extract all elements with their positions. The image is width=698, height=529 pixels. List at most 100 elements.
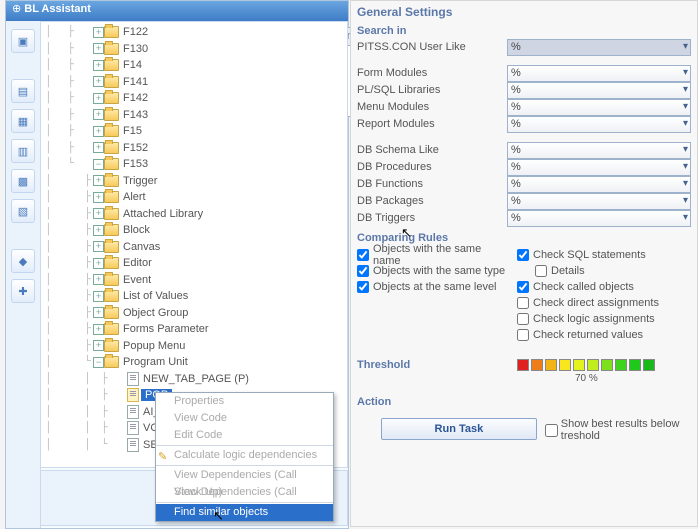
ctx-properties[interactable]: Properties: [156, 393, 333, 410]
folder-icon: [104, 307, 119, 319]
tree-node-popup menu[interactable]: │ ├ + Popup Menu: [45, 338, 347, 355]
tree-node-F152[interactable]: │ ├ + F152: [45, 140, 347, 157]
rule-right-4[interactable]: Check logic assignments: [517, 311, 687, 326]
expand-icon[interactable]: +: [93, 274, 104, 285]
tree-node-forms parameter[interactable]: │ ├ + Forms Parameter: [45, 321, 347, 338]
expand-icon[interactable]: +: [93, 27, 104, 38]
expand-icon[interactable]: +: [93, 175, 104, 186]
gradient-cell: [545, 359, 557, 371]
tree-node-block[interactable]: │ ├ + Block: [45, 222, 347, 239]
module-dropdown-2[interactable]: %: [507, 99, 691, 116]
expand-icon[interactable]: −: [93, 357, 104, 368]
rule-right-0[interactable]: Check SQL statements: [517, 247, 687, 262]
tree-node-list of values[interactable]: │ ├ + List of Values: [45, 288, 347, 305]
tree-node-editor[interactable]: │ ├ + Editor: [45, 255, 347, 272]
module-dropdown-3[interactable]: %: [507, 116, 691, 133]
run-task-button[interactable]: Run Task: [381, 418, 537, 440]
folder-icon: [104, 76, 119, 88]
folder-icon: [104, 175, 119, 187]
title-bar[interactable]: BL Assistant: [6, 1, 348, 21]
rule-right-1[interactable]: Details: [535, 263, 687, 278]
expand-icon[interactable]: +: [93, 126, 104, 137]
tree-node-F153[interactable]: │ └ − F153: [45, 156, 347, 173]
sidebar-icon-1[interactable]: ▣: [11, 29, 35, 53]
tree-node-F15[interactable]: │ ├ + F15: [45, 123, 347, 140]
tree-node-alert[interactable]: │ ├ + Alert: [45, 189, 347, 206]
tree-node-event[interactable]: │ ├ + Event: [45, 272, 347, 289]
gradient-cell: [601, 359, 613, 371]
tree-node-F142[interactable]: │ ├ + F142: [45, 90, 347, 107]
expand-icon[interactable]: +: [93, 340, 104, 351]
sidebar-icon-4[interactable]: ▥: [11, 139, 35, 163]
expand-icon[interactable]: +: [93, 93, 104, 104]
folder-icon: [104, 158, 119, 170]
expand-icon[interactable]: +: [93, 291, 104, 302]
sidebar-icon-7[interactable]: ◆: [11, 249, 35, 273]
folder-icon: [104, 59, 119, 71]
tree-node-canvas[interactable]: │ ├ + Canvas: [45, 239, 347, 256]
tree-node-F130[interactable]: │ ├ + F130: [45, 41, 347, 58]
sidebar-toolbar: ▣ ▤ ▦ ▥ ▩ ▧ ◆ ✚: [6, 21, 41, 528]
expand-icon[interactable]: +: [93, 43, 104, 54]
sidebar-icon-6[interactable]: ▧: [11, 199, 35, 223]
ctx-calc-logic[interactable]: ✎Calculate logic dependencies: [156, 447, 333, 464]
module-dropdown-0[interactable]: %: [507, 65, 691, 82]
tree-node-attached library[interactable]: │ ├ + Attached Library: [45, 206, 347, 223]
tree-node-program unit[interactable]: │ └ − Program Unit: [45, 354, 347, 371]
db-dropdown-0[interactable]: %: [507, 142, 691, 159]
rule-left-0[interactable]: Objects with the same name: [357, 247, 511, 262]
expand-icon[interactable]: +: [93, 324, 104, 335]
page-icon: [127, 438, 139, 452]
show-best-input[interactable]: [545, 424, 558, 437]
expand-icon[interactable]: +: [93, 208, 104, 219]
expand-icon[interactable]: +: [93, 225, 104, 236]
expand-icon[interactable]: +: [93, 192, 104, 203]
ctx-deps-down[interactable]: View Dependencies (Call Stack Down): [156, 484, 333, 501]
db-dropdown-2[interactable]: %: [507, 176, 691, 193]
expand-icon[interactable]: +: [93, 76, 104, 87]
db-dropdown-3[interactable]: %: [507, 193, 691, 210]
expand-icon[interactable]: +: [93, 142, 104, 153]
folder-icon: [104, 241, 119, 253]
rule-left-2[interactable]: Objects at the same level: [357, 279, 511, 294]
tree-node-F14[interactable]: │ ├ + F14: [45, 57, 347, 74]
page-icon: [127, 405, 139, 419]
show-best-checkbox[interactable]: Show best results below treshold: [541, 418, 697, 442]
expand-icon[interactable]: +: [93, 241, 104, 252]
tree-node-trigger[interactable]: │ ├ + Trigger: [45, 173, 347, 190]
expand-icon[interactable]: +: [93, 109, 104, 120]
folder-icon: [104, 191, 119, 203]
tree-node-pu-0[interactable]: │ │ ├ NEW_TAB_PAGE (P): [45, 371, 347, 388]
expand-icon[interactable]: −: [93, 159, 104, 170]
ctx-edit-code[interactable]: Edit Code: [156, 427, 333, 444]
sidebar-icon-3[interactable]: ▦: [11, 109, 35, 133]
tree-node-F122[interactable]: │ ├ + F122: [45, 24, 347, 41]
tree-node-object group[interactable]: │ ├ + Object Group: [45, 305, 347, 322]
tree-node-F141[interactable]: │ ├ + F141: [45, 74, 347, 91]
sidebar-icon-5[interactable]: ▩: [11, 169, 35, 193]
expand-icon[interactable]: +: [93, 258, 104, 269]
tree-node-F143[interactable]: │ ├ + F143: [45, 107, 347, 124]
ctx-view-code[interactable]: View Code: [156, 410, 333, 427]
rule-right-3[interactable]: Check direct assignments: [517, 295, 687, 310]
db-dropdown-4[interactable]: %: [507, 210, 691, 227]
settings-title: General Settings: [357, 5, 697, 19]
sidebar-icon-2[interactable]: ▤: [11, 79, 35, 103]
user-like-dropdown[interactable]: %: [507, 39, 691, 56]
ctx-deps-up[interactable]: View Dependencies (Call Stack Up): [156, 467, 333, 484]
rule-left-1[interactable]: Objects with the same type: [357, 263, 511, 278]
ctx-find-similar[interactable]: Find similar objects: [156, 504, 333, 521]
db-dropdown-1[interactable]: %: [507, 159, 691, 176]
expand-icon[interactable]: +: [93, 60, 104, 71]
expand-icon[interactable]: +: [93, 307, 104, 318]
sidebar-icon-8[interactable]: ✚: [11, 279, 35, 303]
module-label-2: Menu Modules: [357, 101, 507, 113]
gradient-cell: [531, 359, 543, 371]
gradient-cell: [587, 359, 599, 371]
settings-panel: General Settings Search in PITSS.CON Use…: [350, 0, 698, 527]
rule-right-5[interactable]: Check returned values: [517, 327, 687, 342]
module-dropdown-1[interactable]: %: [507, 82, 691, 99]
threshold-gradient[interactable]: [517, 359, 655, 371]
gradient-cell: [517, 359, 529, 371]
rule-right-2[interactable]: Check called objects: [517, 279, 687, 294]
